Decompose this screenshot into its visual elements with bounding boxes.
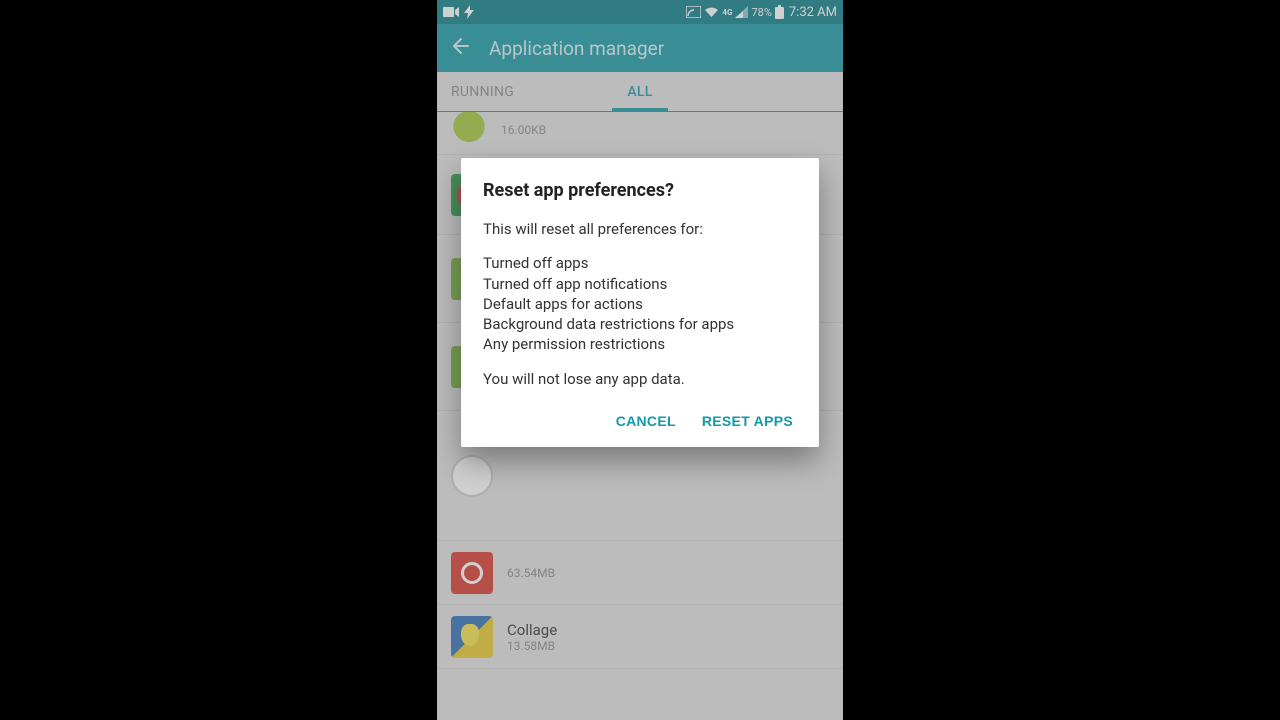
bolt-icon bbox=[464, 5, 474, 19]
page-title: Application manager bbox=[489, 37, 664, 60]
app-size: 63.54MB bbox=[507, 566, 555, 580]
cast-icon bbox=[686, 6, 701, 18]
battery-pct: 78% bbox=[751, 6, 771, 19]
reset-apps-button[interactable]: RESET APPS bbox=[702, 413, 793, 429]
app-size: 13.58MB bbox=[507, 639, 557, 653]
cancel-button[interactable]: CANCEL bbox=[616, 413, 676, 429]
back-icon[interactable] bbox=[449, 36, 469, 60]
reset-preferences-dialog: Reset app preferences? This will reset a… bbox=[461, 158, 819, 447]
app-icon bbox=[451, 552, 493, 594]
app-icon bbox=[451, 455, 493, 497]
dialog-list: Turned off apps Turned off app notificat… bbox=[483, 253, 797, 354]
dialog-list-item: Default apps for actions bbox=[483, 295, 643, 313]
status-bar: 4G 78% 7:32 AM bbox=[437, 0, 843, 24]
tab-bar: RUNNING ALL bbox=[437, 72, 843, 112]
list-item[interactable]: Collage 13.58MB bbox=[437, 605, 843, 669]
dialog-actions: CANCEL RESET APPS bbox=[483, 407, 797, 437]
tab-all[interactable]: ALL bbox=[613, 72, 666, 111]
dialog-title: Reset app preferences? bbox=[483, 180, 797, 201]
dialog-footer: You will not lose any app data. bbox=[483, 369, 797, 389]
dialog-body: This will reset all preferences for: Tur… bbox=[483, 219, 797, 389]
action-bar: Application manager bbox=[437, 24, 843, 72]
dialog-list-item: Turned off app notifications bbox=[483, 275, 667, 293]
dialog-intro: This will reset all preferences for: bbox=[483, 219, 797, 239]
app-icon bbox=[451, 616, 493, 658]
list-item[interactable]: 16.00KB bbox=[437, 112, 843, 155]
phone-screen: 4G 78% 7:32 AM Application manager RUNNI… bbox=[437, 0, 843, 720]
network-icon: 4G bbox=[722, 8, 732, 17]
app-size: 16.00KB bbox=[501, 123, 546, 137]
clock: 7:32 AM bbox=[789, 5, 837, 20]
list-item[interactable]: 63.54MB bbox=[437, 541, 843, 605]
battery-icon bbox=[775, 5, 784, 19]
app-name: Collage bbox=[507, 621, 557, 639]
signal-icon bbox=[735, 6, 748, 18]
tab-indicator bbox=[612, 108, 668, 111]
dialog-list-item: Turned off apps bbox=[483, 254, 588, 272]
tab-running[interactable]: RUNNING bbox=[437, 72, 528, 111]
dialog-list-item: Any permission restrictions bbox=[483, 335, 665, 353]
android-icon bbox=[451, 112, 487, 148]
dialog-list-item: Background data restrictions for apps bbox=[483, 315, 734, 333]
camera-icon bbox=[443, 6, 459, 18]
wifi-icon bbox=[704, 6, 719, 18]
